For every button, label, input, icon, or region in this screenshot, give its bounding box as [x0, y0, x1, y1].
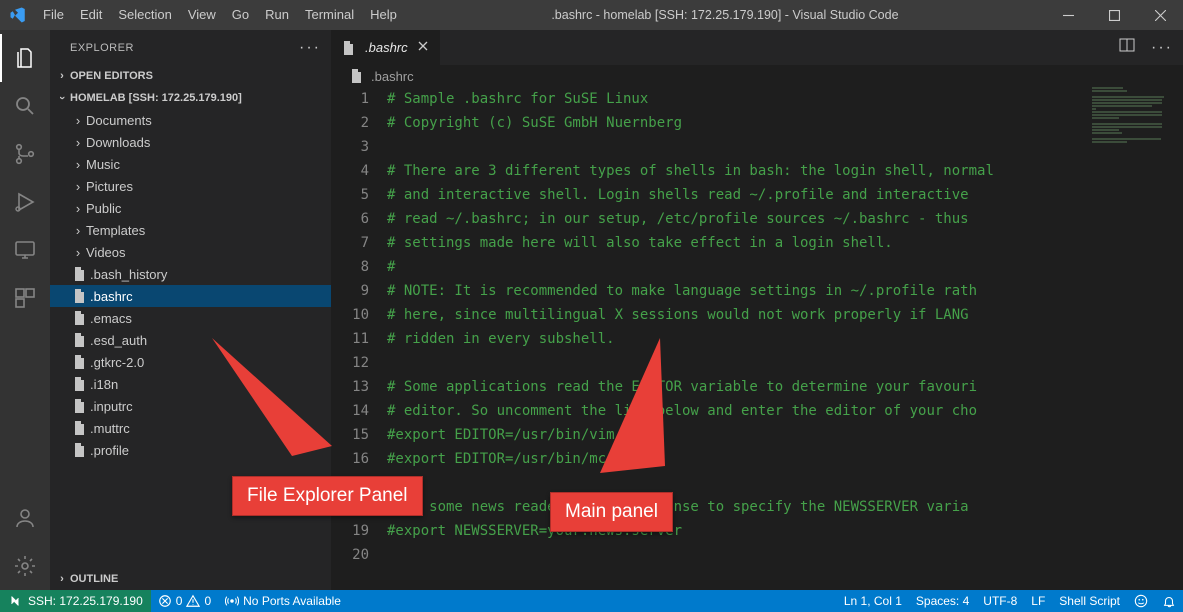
code-editor[interactable]: 1234567891011121314151617181920 # Sample… — [331, 87, 1183, 590]
open-editors-section[interactable]: ›OPEN EDITORS — [50, 65, 331, 87]
activity-bar — [0, 30, 50, 590]
close-tab-icon[interactable] — [416, 39, 430, 56]
folder-templates[interactable]: ›Templates — [50, 219, 331, 241]
status-problems[interactable]: 0 0 — [151, 590, 218, 612]
status-feedback-icon[interactable] — [1127, 590, 1155, 612]
folder-music[interactable]: ›Music — [50, 153, 331, 175]
menu-terminal[interactable]: Terminal — [297, 0, 362, 30]
status-bar: SSH: 172.25.179.190 0 0 No Ports Availab… — [0, 590, 1183, 612]
status-cursor[interactable]: Ln 1, Col 1 — [837, 590, 909, 612]
sidebar-header: EXPLORER ··· — [50, 30, 331, 65]
folder-downloads[interactable]: ›Downloads — [50, 131, 331, 153]
folder-pictures[interactable]: ›Pictures — [50, 175, 331, 197]
more-icon[interactable]: ··· — [299, 39, 321, 57]
status-indent[interactable]: Spaces: 4 — [909, 590, 976, 612]
search-icon[interactable] — [0, 82, 50, 130]
close-button[interactable] — [1137, 0, 1183, 30]
split-editor-icon[interactable] — [1119, 37, 1135, 58]
outline-section[interactable]: ›OUTLINE — [50, 568, 331, 590]
status-ports[interactable]: No Ports Available — [218, 590, 348, 612]
menu-edit[interactable]: Edit — [72, 0, 110, 30]
explorer-icon[interactable] — [0, 34, 50, 82]
extensions-icon[interactable] — [0, 274, 50, 322]
tab-label: .bashrc — [365, 40, 408, 55]
status-bell-icon[interactable] — [1155, 590, 1183, 612]
tab-bar: .bashrc ··· — [331, 30, 1183, 65]
status-eol[interactable]: LF — [1024, 590, 1052, 612]
maximize-button[interactable] — [1091, 0, 1137, 30]
remote-explorer-icon[interactable] — [0, 226, 50, 274]
file-icon — [349, 68, 365, 84]
workspace-section[interactable]: ›HOMELAB [SSH: 172.25.179.190] — [50, 87, 331, 109]
menu-file[interactable]: File — [35, 0, 72, 30]
menu-bar: FileEditSelectionViewGoRunTerminalHelp — [35, 0, 405, 30]
vscode-logo-icon — [0, 6, 35, 24]
file--emacs[interactable]: .emacs — [50, 307, 331, 329]
titlebar: FileEditSelectionViewGoRunTerminalHelp .… — [0, 0, 1183, 30]
file-icon — [341, 40, 357, 56]
account-icon[interactable] — [0, 494, 50, 542]
minimize-button[interactable] — [1045, 0, 1091, 30]
status-encoding[interactable]: UTF-8 — [976, 590, 1024, 612]
menu-run[interactable]: Run — [257, 0, 297, 30]
folder-videos[interactable]: ›Videos — [50, 241, 331, 263]
breadcrumb[interactable]: .bashrc — [331, 65, 1183, 87]
menu-help[interactable]: Help — [362, 0, 405, 30]
file--bashrc[interactable]: .bashrc — [50, 285, 331, 307]
sidebar-title: EXPLORER — [70, 42, 134, 54]
editor-more-icon[interactable]: ··· — [1151, 39, 1173, 57]
minimap[interactable] — [1087, 87, 1183, 207]
source-control-icon[interactable] — [0, 130, 50, 178]
tab-bashrc[interactable]: .bashrc — [331, 30, 441, 65]
folder-public[interactable]: ›Public — [50, 197, 331, 219]
editor-area: .bashrc ··· .bashrc 12345678910111213141 — [331, 30, 1183, 590]
file--bash-history[interactable]: .bash_history — [50, 263, 331, 285]
annotation-file-explorer: File Explorer Panel — [232, 388, 423, 428]
gear-icon[interactable] — [0, 542, 50, 590]
run-debug-icon[interactable] — [0, 178, 50, 226]
annotation-main-panel: Main panel — [550, 390, 673, 430]
menu-go[interactable]: Go — [224, 0, 257, 30]
folder-documents[interactable]: ›Documents — [50, 109, 331, 131]
status-lang[interactable]: Shell Script — [1052, 590, 1127, 612]
menu-selection[interactable]: Selection — [110, 0, 179, 30]
menu-view[interactable]: View — [180, 0, 224, 30]
status-remote[interactable]: SSH: 172.25.179.190 — [0, 590, 151, 612]
window-title: .bashrc - homelab [SSH: 172.25.179.190] … — [405, 8, 1045, 22]
